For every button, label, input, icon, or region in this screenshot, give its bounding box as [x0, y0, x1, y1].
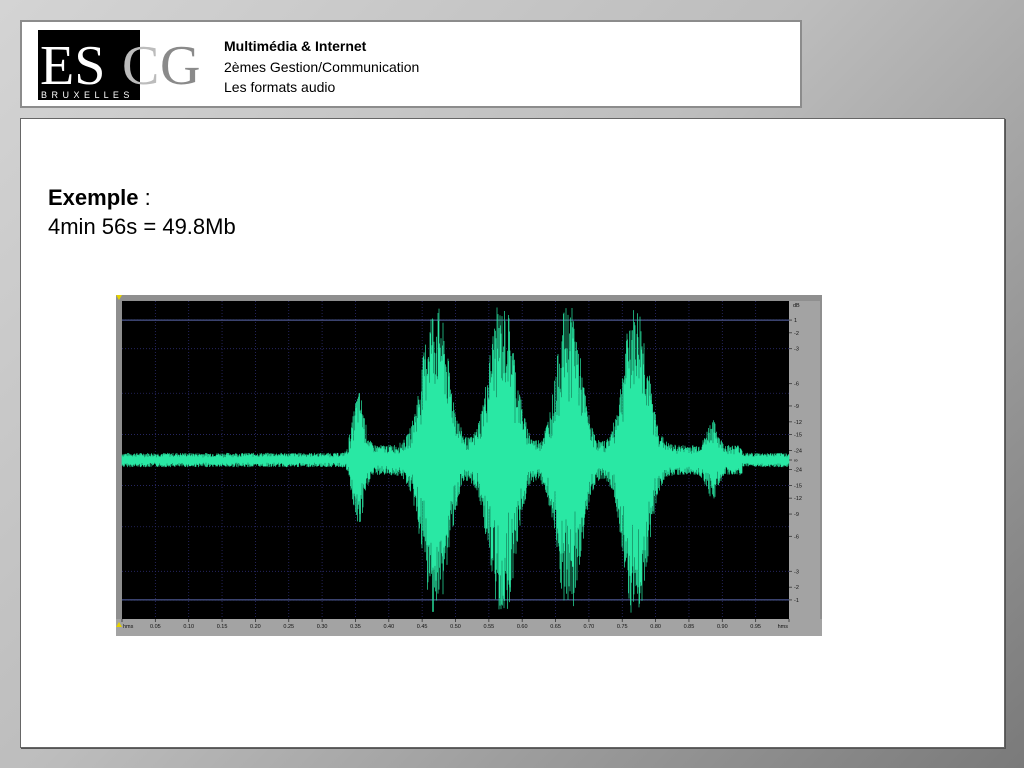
db-tick-label: -2	[794, 585, 799, 591]
db-tick-label: -1	[794, 598, 799, 604]
example-colon: :	[138, 185, 151, 210]
x-tick-label: 0.60	[517, 624, 528, 630]
x-tick-label: 0.10	[183, 624, 194, 630]
db-tick-label: -3	[794, 347, 799, 353]
x-tick-label: 0.80	[650, 624, 661, 630]
course-topic: Les formats audio	[224, 79, 336, 95]
db-tick-label: -9	[794, 404, 799, 410]
x-tick-label: 0.15	[217, 624, 228, 630]
db-tick-label: -6	[794, 534, 799, 540]
escg-logo: ES C G B R U X E L L E S	[38, 30, 200, 100]
x-tick-label: hms	[123, 624, 134, 630]
db-tick-label: ∞	[794, 458, 798, 464]
header-text: Multimédia & Internet 2èmes Gestion/Comm…	[224, 36, 419, 98]
db-tick-label: -12	[794, 420, 802, 426]
x-tick-label: hms	[778, 624, 789, 630]
db-tick-label: -12	[794, 496, 802, 502]
logo-text-c: C	[122, 35, 159, 97]
example-block: Exemple : 4min 56s = 49.8Mb	[48, 183, 236, 241]
x-tick-label: 0.75	[617, 624, 628, 630]
db-tick-label: -15	[794, 433, 802, 439]
example-value: 4min 56s = 49.8Mb	[48, 214, 236, 239]
logo-text-es: ES	[40, 35, 105, 97]
db-tick-label: -24	[794, 448, 802, 454]
x-tick-label: 0.25	[283, 624, 294, 630]
course-title: Multimédia & Internet	[224, 38, 367, 54]
x-tick-label: 0.30	[317, 624, 328, 630]
x-tick-label: 0.40	[383, 624, 394, 630]
example-label: Exemple	[48, 185, 139, 210]
db-tick-label: 1	[794, 318, 797, 324]
audio-waveform: hms 0.05 0.10 0.15 0.20 0.25 0.30 0.35 0.40 0.45 0…	[116, 295, 822, 636]
db-tick-label: -9	[794, 512, 799, 518]
db-unit-label: dB	[793, 303, 800, 309]
x-tick-label: 0.85	[684, 624, 695, 630]
content-box: Exemple : 4min 56s = 49.8Mb hms 0.05 0.10 0…	[20, 118, 1005, 748]
x-tick-label: 0.90	[717, 624, 728, 630]
db-tick-label: -2	[794, 331, 799, 337]
x-tick-label: 0.05	[150, 624, 161, 630]
db-tick-label: -24	[794, 468, 802, 474]
header-box: ES C G B R U X E L L E S Multimédia & In…	[20, 20, 802, 108]
db-tick-label: -3	[794, 569, 799, 575]
db-tick-label: -15	[794, 483, 802, 489]
logo-subtitle: B R U X E L L E S	[41, 90, 130, 100]
x-tick-label: 0.20	[250, 624, 261, 630]
course-group: 2èmes Gestion/Communication	[224, 58, 420, 75]
x-tick-label: 0.95	[750, 624, 761, 630]
x-tick-label: 0.65	[550, 624, 561, 630]
x-tick-label: 0.70	[584, 624, 595, 630]
logo-text-g: G	[160, 35, 200, 97]
x-tick-label: 0.50	[450, 624, 461, 630]
x-tick-label: 0.55	[483, 624, 494, 630]
x-tick-label: 0.35	[350, 624, 361, 630]
db-tick-label: -6	[794, 382, 799, 388]
x-tick-label: 0.45	[417, 624, 428, 630]
